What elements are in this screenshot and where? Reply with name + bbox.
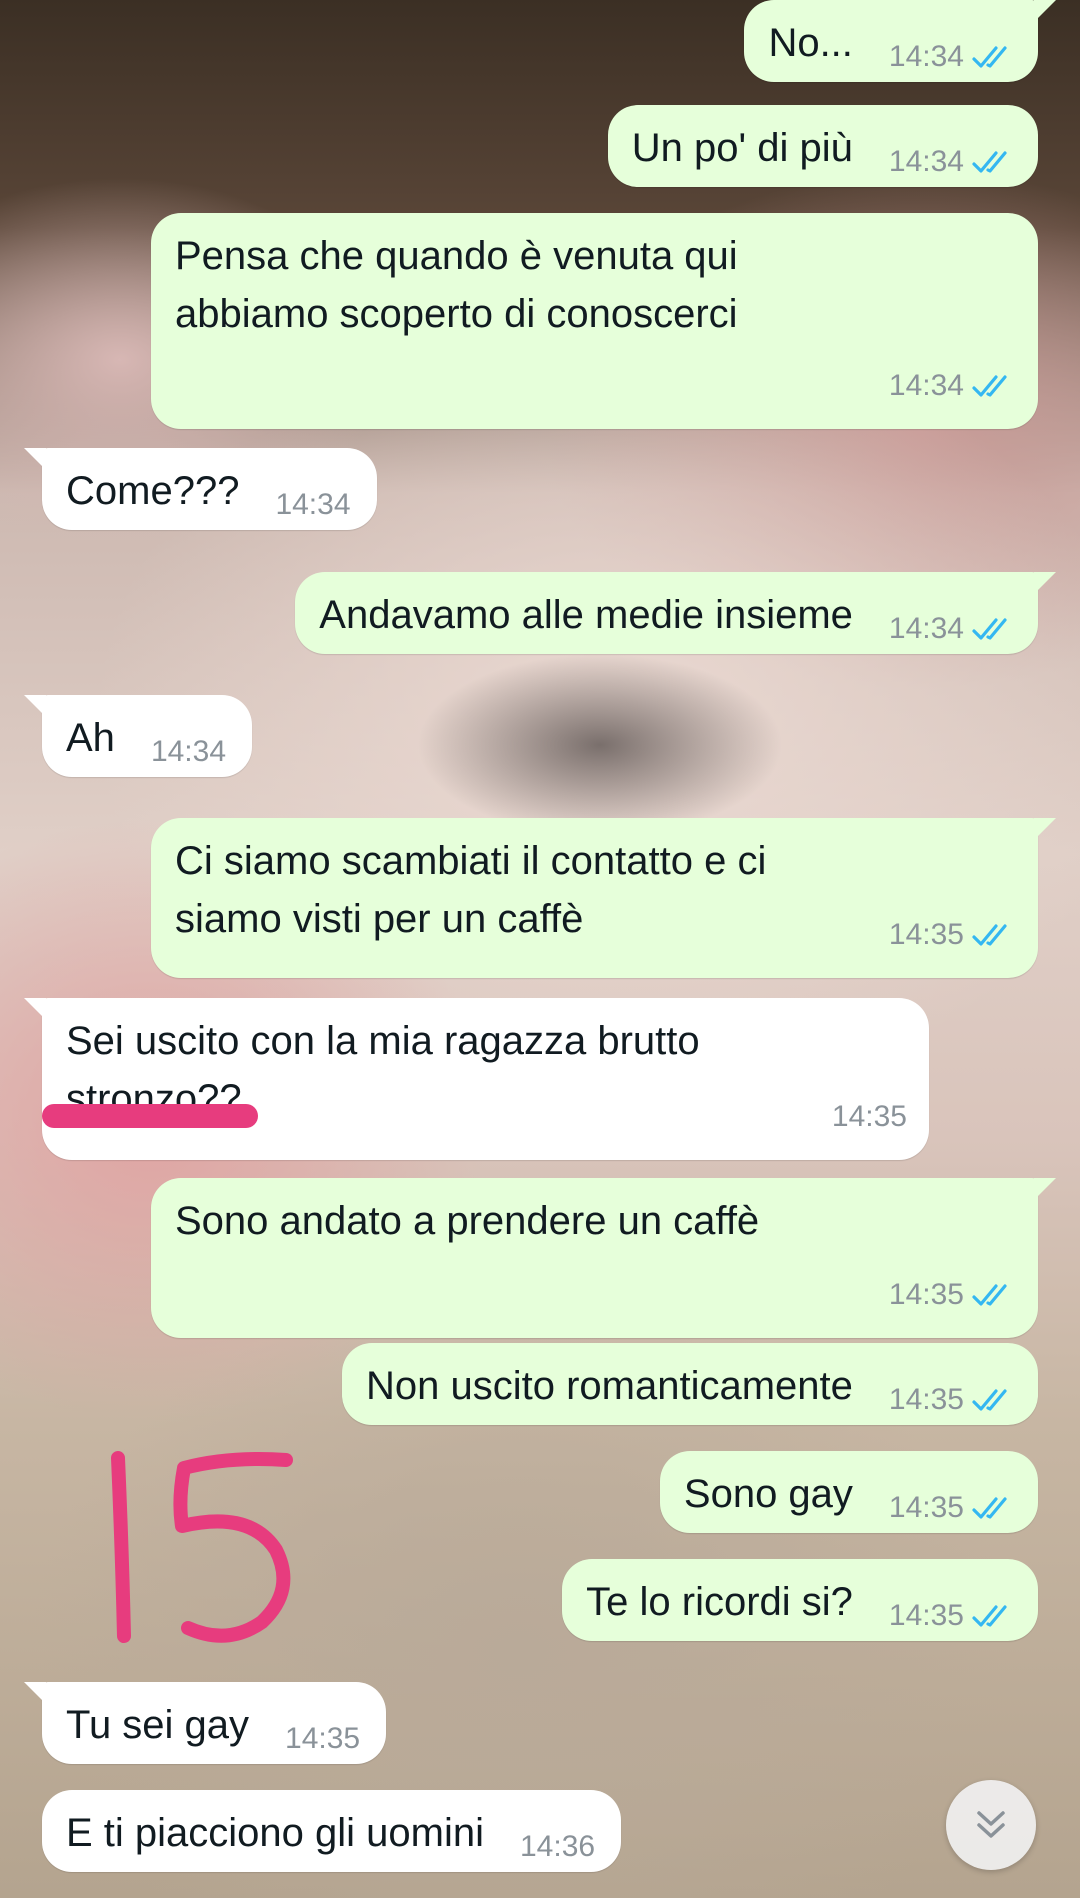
read-ticks-icon — [972, 1605, 1007, 1627]
message-time: 14:34 — [275, 488, 351, 521]
message-bubble-outgoing[interactable]: No... 14:34 — [744, 0, 1056, 82]
read-ticks-icon — [972, 1284, 1007, 1306]
message-text: Sono gay — [683, 1472, 853, 1516]
message-time: 14:35 — [888, 1599, 964, 1632]
message-bubble-outgoing[interactable]: Ci siamo scambiati il contatto e ci siam… — [151, 818, 1056, 978]
message-time: 14:34 — [888, 612, 964, 645]
message-bubble-outgoing[interactable]: Pensa che quando è venuta qui abbiamo sc… — [151, 213, 1038, 429]
message-bubble-incoming[interactable]: Sei uscito con la mia ragazza brutto str… — [24, 998, 929, 1160]
message-text: Sono andato a prendere un caffè — [175, 1199, 760, 1243]
message-time: 14:35 — [888, 918, 964, 951]
message-time: 14:34 — [150, 735, 227, 768]
message-meta: 14:35 — [889, 1587, 1016, 1645]
message-text: Pensa che quando è venuta qui abbiamo sc… — [175, 234, 738, 336]
message-bubble-outgoing[interactable]: Andavamo alle medie insieme 14:34 — [295, 572, 1056, 654]
message-meta: 14:35 — [285, 1710, 360, 1768]
message-text: E ti piacciono gli uomini — [66, 1811, 484, 1855]
message-bubble-outgoing[interactable]: Un po' di più 14:34 — [607, 105, 1038, 187]
message-bubble-incoming[interactable]: Ah 14:34 — [23, 695, 253, 777]
message-time: 14:35 — [285, 1722, 361, 1755]
message-bubble-outgoing[interactable]: Sono andato a prendere un caffè 14:35 — [151, 1178, 1056, 1338]
message-text: Un po' di più — [631, 126, 853, 170]
message-text: Ah — [66, 716, 115, 760]
message-meta: 14:34 — [889, 600, 1016, 658]
message-time: 14:36 — [520, 1830, 596, 1863]
message-time: 14:34 — [888, 40, 964, 73]
read-ticks-icon — [972, 46, 1007, 68]
message-text: Tu sei gay — [66, 1703, 250, 1747]
read-ticks-icon — [972, 375, 1007, 397]
message-meta: 14:35 — [889, 1479, 1016, 1537]
message-time: 14:35 — [831, 1100, 907, 1133]
read-ticks-icon — [972, 924, 1007, 946]
message-bubble-outgoing[interactable]: Te lo ricordi si? 14:35 — [562, 1559, 1038, 1641]
message-bubble-incoming[interactable]: Come??? 14:34 — [24, 448, 377, 530]
message-text: Come??? — [66, 469, 240, 513]
read-ticks-icon — [972, 151, 1007, 173]
scroll-to-bottom-button[interactable] — [946, 1780, 1036, 1870]
read-ticks-icon — [972, 1497, 1007, 1519]
message-bubble-incoming[interactable]: Tu sei gay 14:35 — [23, 1682, 387, 1764]
message-text: Ci siamo scambiati il contatto e ci siam… — [175, 839, 767, 941]
message-meta: 14:35 — [889, 906, 1016, 964]
message-meta: 14:34 — [151, 723, 226, 781]
message-meta: 14:34 — [275, 476, 350, 534]
pink-underline-scribble — [42, 1104, 258, 1128]
message-meta: 14:35 — [889, 1266, 1016, 1324]
message-meta: 14:35 — [889, 1371, 1016, 1429]
message-meta: 14:36 — [520, 1818, 595, 1876]
read-ticks-icon — [972, 618, 1007, 640]
message-meta: 14:34 — [889, 133, 1016, 191]
read-ticks-icon — [972, 1389, 1007, 1411]
double-chevron-down-icon — [977, 1811, 1005, 1838]
message-time: 14:35 — [888, 1491, 964, 1524]
message-meta: 14:34 — [889, 28, 1016, 86]
message-time: 14:35 — [888, 1278, 964, 1311]
message-text: Te lo ricordi si? — [586, 1580, 853, 1624]
message-text: Non uscito romanticamente — [366, 1364, 853, 1408]
handwritten-15-scribble — [111, 1451, 293, 1643]
message-bubble-incoming[interactable]: E ti piacciono gli uomini 14:36 — [42, 1790, 622, 1872]
message-time: 14:34 — [888, 369, 964, 402]
message-time: 14:34 — [888, 145, 964, 178]
message-text: Andavamo alle medie insieme — [319, 593, 853, 637]
message-bubble-outgoing[interactable]: Non uscito romanticamente 14:35 — [342, 1343, 1038, 1425]
message-meta: 14:34 — [889, 357, 1016, 415]
message-time: 14:35 — [888, 1383, 964, 1416]
message-text: No... — [768, 21, 853, 65]
message-bubble-outgoing[interactable]: Sono gay 14:35 — [659, 1451, 1038, 1533]
message-meta: 14:35 — [832, 1088, 907, 1146]
